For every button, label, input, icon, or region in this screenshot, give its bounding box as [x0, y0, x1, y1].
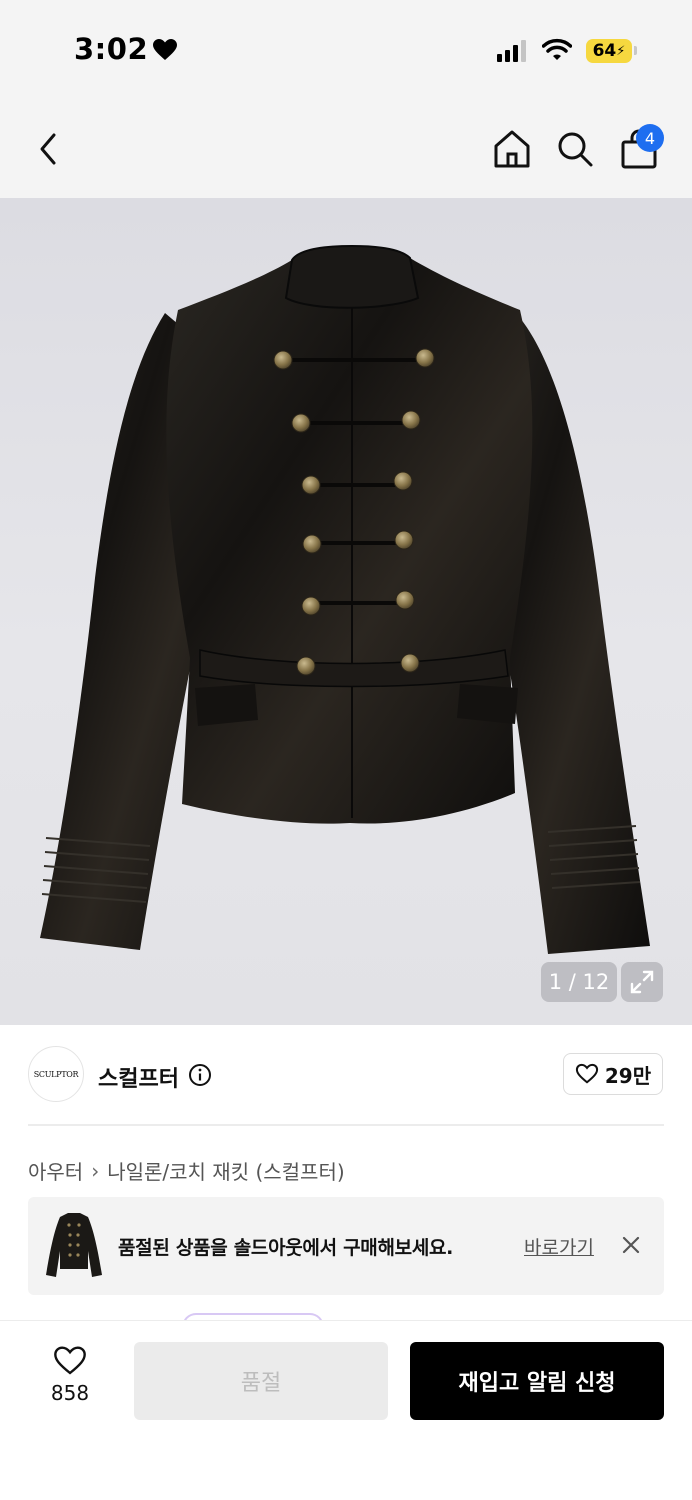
divider: [28, 1124, 664, 1126]
wifi-icon: [542, 38, 572, 60]
brand-name[interactable]: 스컬프터: [98, 1061, 179, 1093]
home-icon: [494, 130, 530, 168]
bottom-action-bar: 858 품절 재입고 알림 신청: [0, 1320, 692, 1500]
soldout-banner-link[interactable]: 바로가기: [524, 1233, 594, 1260]
search-icon: [558, 132, 593, 167]
jacket-image: [40, 244, 650, 954]
brand-like-button[interactable]: 29만: [563, 1053, 663, 1095]
battery-tip: [634, 46, 637, 55]
breadcrumb-separator: ›: [91, 1158, 100, 1183]
signal-icon: [497, 40, 526, 62]
home-button[interactable]: [487, 124, 537, 174]
back-icon: [40, 133, 56, 165]
heart-outline-icon: [54, 1346, 86, 1375]
breadcrumb-subcategory[interactable]: 나일론/코치 재킷 (스컬프터): [107, 1156, 344, 1185]
soldout-banner: 품절된 상품을 솔드아웃에서 구매해보세요. 바로가기: [28, 1197, 664, 1295]
top-nav: [0, 100, 692, 198]
status-time: 3:02: [74, 32, 149, 66]
brand-logo-text: SCULPTOR: [33, 1069, 79, 1079]
expand-button[interactable]: [621, 962, 663, 1002]
restock-alert-button[interactable]: 재입고 알림 신청: [410, 1342, 664, 1420]
brand-row: SCULPTOR 스컬프터 29만: [0, 1025, 692, 1125]
info-icon[interactable]: [188, 1063, 212, 1087]
battery-icon: 64 ⚡: [586, 39, 632, 63]
product-thumbnail: [46, 1213, 102, 1277]
soldout-button: 품절: [134, 1342, 388, 1420]
wish-count: 858: [50, 1381, 90, 1405]
wish-button[interactable]: 858: [36, 1345, 104, 1405]
brand-logo[interactable]: SCULPTOR: [28, 1046, 84, 1102]
status-bar: 3:02 64 ⚡: [0, 0, 692, 100]
image-page-counter: 1 / 12: [541, 962, 617, 1002]
expand-icon: [630, 970, 654, 994]
breadcrumb: 아우터 › 나일론/코치 재킷 (스컬프터): [28, 1156, 345, 1185]
back-button[interactable]: [24, 124, 74, 174]
heart-outline-icon: [575, 1063, 598, 1084]
brand-like-count: 29만: [604, 1063, 652, 1088]
battery-level: 64: [592, 41, 617, 61]
soldout-banner-message: 품절된 상품을 솔드아웃에서 구매해보세요.: [118, 1237, 454, 1259]
search-button[interactable]: [550, 124, 600, 174]
cart-badge: 4: [636, 124, 664, 152]
product-image-carousel[interactable]: [0, 198, 692, 1025]
breadcrumb-category[interactable]: 아우터: [28, 1156, 83, 1185]
heart-icon: [153, 39, 177, 60]
close-icon[interactable]: [620, 1234, 642, 1256]
